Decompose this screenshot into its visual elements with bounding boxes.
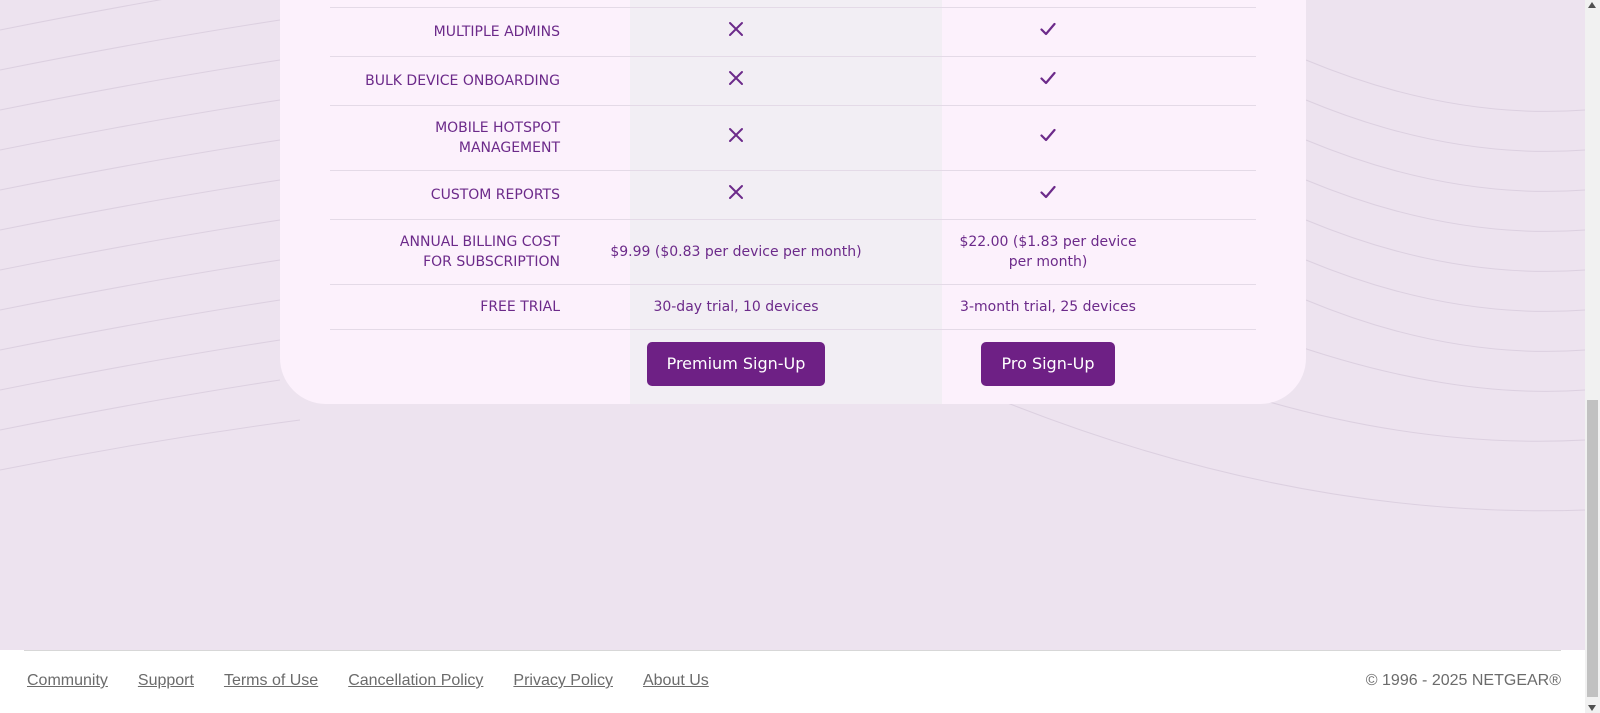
- feature-label: ANNUAL BILLING COST FOR SUBSCRIPTION: [399, 234, 560, 270]
- premium-cell: [580, 21, 892, 43]
- table-row: FREE TRIAL 30-day trial, 10 devices 3-mont…: [330, 284, 1256, 329]
- pro-button-cell: Pro Sign-Up: [892, 342, 1204, 386]
- check-icon: [1040, 70, 1056, 86]
- pro-cell: [892, 21, 1204, 43]
- scroll-thumb[interactable]: [1587, 400, 1598, 697]
- footer-link-terms-of-use[interactable]: Terms of Use: [224, 672, 318, 690]
- pro-cell: $22.00 ($1.83 per device per month): [892, 232, 1204, 272]
- pro-cell: [892, 184, 1204, 206]
- premium-cell: $9.99 ($0.83 per device per month): [580, 242, 892, 262]
- signup-row: Premium Sign-Up Pro Sign-Up: [330, 329, 1256, 398]
- footer-link-cancellation-policy[interactable]: Cancellation Policy: [348, 672, 483, 690]
- premium-button-cell: Premium Sign-Up: [580, 342, 892, 386]
- footer-link-support[interactable]: Support: [138, 672, 194, 690]
- check-icon: [1040, 21, 1056, 37]
- table-row: CUSTOM REPORTS: [330, 170, 1256, 219]
- footer-link-community[interactable]: Community: [27, 672, 108, 690]
- table-row: MOBILE HOTSPOT MANAGEMENT: [330, 105, 1256, 170]
- pro-value: 3-month trial, 25 devices: [960, 299, 1136, 315]
- pro-value: $22.00 ($1.83 per device per month): [959, 234, 1137, 270]
- premium-value: 30-day trial, 10 devices: [653, 299, 819, 315]
- premium-cell: 30-day trial, 10 devices: [580, 297, 892, 317]
- feature-label: CUSTOM REPORTS: [430, 187, 560, 203]
- table-row: BULK DEVICE ONBOARDING: [330, 56, 1256, 105]
- table-row: ANNUAL BILLING COST FOR SUBSCRIPTION $9.9…: [330, 219, 1256, 284]
- scroll-down-arrow-icon[interactable]: [1588, 705, 1596, 711]
- footer-link-privacy-policy[interactable]: Privacy Policy: [513, 672, 613, 690]
- pro-cell: [892, 127, 1204, 149]
- feature-label: BULK DEVICE ONBOARDING: [365, 73, 560, 89]
- x-icon: [728, 127, 744, 143]
- feature-label: FREE TRIAL: [480, 299, 560, 315]
- copyright: © 1996 - 2025 NETGEAR®: [1365, 672, 1561, 689]
- check-icon: [1040, 184, 1056, 200]
- pro-signup-button[interactable]: Pro Sign-Up: [981, 342, 1115, 386]
- footer-link-about-us[interactable]: About Us: [643, 672, 709, 690]
- comparison-table: MULTIPLE ADMINS BULK DEVICE ONBOARDING MOB…: [330, 7, 1256, 398]
- footer: Community Support Terms of Use Cancellation…: [0, 650, 1585, 713]
- footer-links: Community Support Terms of Use Cancellation…: [27, 672, 709, 690]
- premium-cell: [580, 127, 892, 149]
- x-icon: [728, 21, 744, 37]
- x-icon: [728, 70, 744, 86]
- pro-cell: [892, 70, 1204, 92]
- check-icon: [1040, 127, 1056, 143]
- premium-signup-button[interactable]: Premium Sign-Up: [646, 342, 826, 386]
- feature-label: MOBILE HOTSPOT MANAGEMENT: [435, 120, 560, 156]
- x-icon: [728, 184, 744, 200]
- comparison-card: MULTIPLE ADMINS BULK DEVICE ONBOARDING MOB…: [280, 0, 1306, 404]
- scroll-up-arrow-icon[interactable]: [1588, 2, 1596, 8]
- premium-value: $9.99 ($0.83 per device per month): [610, 244, 862, 260]
- premium-cell: [580, 70, 892, 92]
- footer-divider: [24, 650, 1561, 651]
- table-row: MULTIPLE ADMINS: [330, 7, 1256, 56]
- pro-cell: 3-month trial, 25 devices: [892, 297, 1204, 317]
- premium-cell: [580, 184, 892, 206]
- scrollbar[interactable]: [1585, 0, 1600, 713]
- feature-label: MULTIPLE ADMINS: [433, 24, 560, 40]
